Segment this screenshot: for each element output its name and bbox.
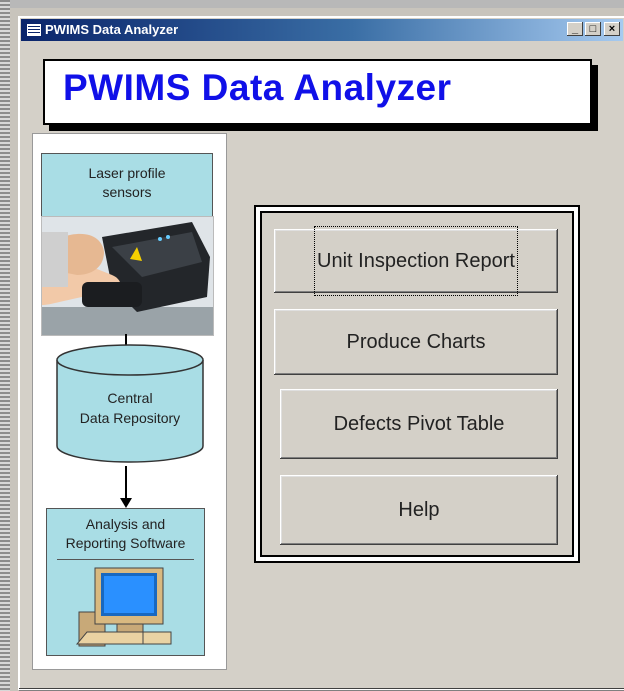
produce-charts-button[interactable]: Produce Charts (274, 309, 558, 375)
help-button[interactable]: Help (280, 475, 558, 545)
software-label-line1: Analysis and (85, 516, 166, 532)
app-window: PWIMS Data Analyzer _ □ × PWIMS Data Ana… (18, 16, 624, 690)
defects-pivot-table-button[interactable]: Defects Pivot Table (280, 389, 558, 459)
software-label-line2: Reporting Software (65, 535, 186, 551)
defects-pivot-table-label: Defects Pivot Table (333, 413, 505, 435)
workflow-diagram: Laser profile sensors Central Data Repos… (32, 133, 227, 670)
repository-label: Central Data Repository (56, 388, 204, 428)
repository-label-line1: Central (107, 390, 153, 406)
window-title: PWIMS Data Analyzer (45, 22, 179, 37)
laser-sensor-image (41, 216, 214, 336)
software-box: Analysis and Reporting Software (46, 508, 205, 656)
unit-inspection-report-button[interactable]: Unit Inspection Report (274, 226, 558, 296)
window-edge-strip (0, 0, 10, 691)
window-top-edge (10, 0, 624, 8)
banner-title: PWIMS Data Analyzer (63, 67, 452, 108)
sensor-label-box: Laser profile sensors (41, 153, 213, 219)
title-bar[interactable]: PWIMS Data Analyzer _ □ × (21, 19, 623, 41)
arrow-repository-to-software (120, 466, 132, 508)
data-repository-cylinder: Central Data Repository (56, 344, 204, 464)
help-label: Help (398, 499, 440, 521)
repository-label-line2: Data Repository (79, 410, 181, 426)
menu-panel: Unit Inspection Report Produce Charts De… (254, 205, 580, 563)
sensor-label-line2: sensors (102, 184, 152, 200)
maximize-button[interactable]: □ (585, 22, 601, 36)
produce-charts-label: Produce Charts (346, 331, 486, 353)
header-banner: PWIMS Data Analyzer (43, 59, 592, 125)
menu-panel-inner: Unit Inspection Report Produce Charts De… (260, 211, 574, 557)
minimize-button[interactable]: _ (567, 22, 583, 36)
close-button[interactable]: × (604, 22, 620, 36)
computer-icon (57, 559, 194, 650)
unit-inspection-report-label: Unit Inspection Report (314, 226, 518, 296)
form-icon (26, 23, 42, 37)
sensor-label-line1: Laser profile (88, 165, 166, 181)
